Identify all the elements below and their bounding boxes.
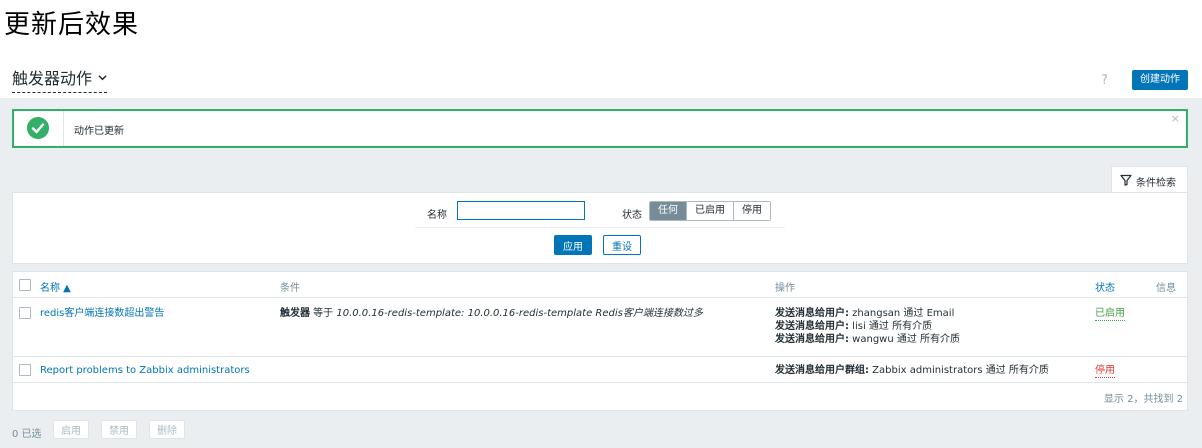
operation-line: 发送消息给用户: wangwu 通过 所有介质	[775, 334, 961, 345]
enable-button[interactable]: 启用	[53, 420, 89, 439]
filter-tab-label: 条件检索	[1136, 178, 1176, 189]
filter-funnel-icon	[1120, 174, 1132, 186]
operation-line: 发送消息给用户群组: Zabbix administrators 通过 所有介质	[775, 365, 1049, 376]
row-checkbox[interactable]	[19, 307, 31, 319]
action-name-link[interactable]: Report problems to Zabbix administrators	[40, 364, 250, 377]
status-option-disabled[interactable]: 停用	[733, 202, 770, 220]
status-option-any[interactable]: 任何	[650, 202, 686, 220]
column-header-status[interactable]: 状态	[1095, 279, 1115, 294]
name-filter-label: 名称	[427, 210, 447, 221]
help-icon[interactable]: ?	[1101, 73, 1108, 88]
results-summary: 显示 2，共找到 2	[1103, 394, 1183, 405]
action-operations: 发送消息给用户群组: Zabbix administrators 通过 所有介质	[775, 364, 1049, 377]
column-header-name[interactable]: 名称 ▲	[40, 279, 71, 294]
operation-line: 发送消息给用户: zhangsan 通过 Email	[775, 308, 955, 319]
delete-button[interactable]: 删除	[149, 420, 185, 439]
header-separator	[13, 297, 1187, 298]
page-title-text: 触发器动作	[12, 69, 93, 88]
condition-operator: 等于	[310, 308, 337, 319]
page-header: 触发器动作 ? 创建动作	[12, 68, 1190, 94]
name-filter-input[interactable]	[457, 201, 585, 220]
action-operations: 发送消息给用户: zhangsan 通过 Email 发送消息给用户: lisi…	[775, 307, 960, 346]
message-icon-area	[14, 111, 64, 146]
filter-divider	[415, 227, 785, 228]
row-separator	[13, 356, 1187, 357]
check-circle-icon	[27, 117, 49, 139]
column-header-info: 信息	[1156, 283, 1176, 294]
action-condition: 触发器 等于 10.0.0.16-redis-template: 10.0.0.…	[280, 307, 703, 320]
filter-tab[interactable]: 条件检索	[1111, 166, 1188, 193]
operation-line: 发送消息给用户: lisi 通过 所有介质	[775, 321, 933, 332]
create-action-button[interactable]: 创建动作	[1132, 70, 1188, 90]
row-checkbox[interactable]	[19, 364, 31, 376]
status-option-enabled[interactable]: 已启用	[686, 202, 733, 220]
status-filter-segmented: 任何 已启用 停用	[649, 201, 771, 221]
status-toggle-enabled[interactable]: 已启用	[1095, 307, 1125, 321]
apply-button[interactable]: 应用	[554, 235, 592, 255]
condition-value: 10.0.0.16-redis-template: 10.0.0.16-redi…	[336, 308, 703, 319]
actions-table: 名称 ▲ 条件 操作 状态 信息 redis客户端连接数超出警告 触发器 等于 …	[12, 271, 1188, 411]
success-message: 动作已更新 ×	[12, 109, 1188, 148]
status-filter-label: 状态	[622, 210, 642, 221]
close-icon[interactable]: ×	[1171, 112, 1180, 125]
page-title-dropdown[interactable]: 触发器动作	[12, 68, 108, 93]
disable-button[interactable]: 禁用	[101, 420, 137, 439]
document-heading: 更新后效果	[4, 10, 140, 40]
chevron-down-icon	[98, 75, 107, 81]
reset-button[interactable]: 重设	[603, 235, 641, 255]
select-all-checkbox[interactable]	[19, 279, 31, 291]
message-text: 动作已更新	[74, 126, 124, 137]
row-separator	[13, 382, 1187, 383]
column-header-conditions: 条件	[280, 283, 300, 294]
selected-count: 0 已选	[12, 429, 42, 440]
column-header-operations: 操作	[775, 283, 795, 294]
status-toggle-disabled[interactable]: 停用	[1095, 364, 1115, 378]
filter-panel: 名称 状态 任何 已启用 停用 应用 重设	[12, 192, 1188, 264]
action-name-link[interactable]: redis客户端连接数超出警告	[40, 307, 164, 320]
condition-type: 触发器	[280, 308, 310, 319]
